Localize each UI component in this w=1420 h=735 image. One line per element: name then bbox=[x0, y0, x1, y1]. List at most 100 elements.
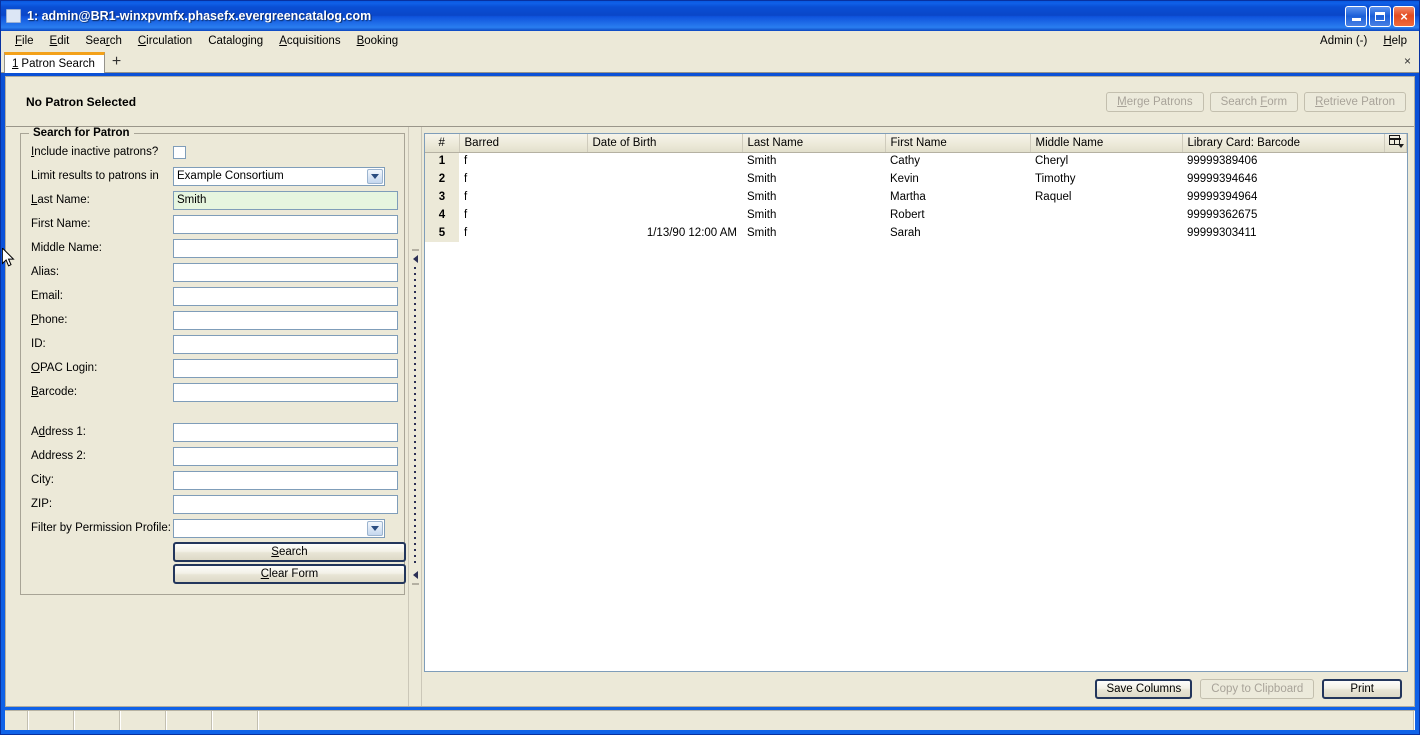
cell-last-name: Smith bbox=[742, 170, 885, 188]
menu-circulation[interactable]: Circulation bbox=[130, 33, 200, 49]
first-name-label: First Name: bbox=[31, 218, 91, 230]
copy-to-clipboard-button[interactable]: Copy to Clipboard bbox=[1200, 679, 1315, 699]
status-cell-1 bbox=[5, 711, 29, 730]
row-first-name: First Name: bbox=[31, 212, 398, 236]
save-columns-button[interactable]: Save Columns bbox=[1095, 679, 1193, 699]
email-input[interactable] bbox=[173, 286, 398, 306]
retrieve-patron-button[interactable]: Retrieve Patron bbox=[1304, 91, 1406, 112]
cell-spacer bbox=[1384, 206, 1407, 224]
cell-first-name: Kevin bbox=[885, 170, 1030, 188]
window-controls: × bbox=[1345, 5, 1417, 27]
menu-cataloging[interactable]: Cataloging bbox=[200, 33, 271, 49]
row-phone: Phone: bbox=[31, 308, 398, 332]
row-city: City: bbox=[31, 468, 398, 492]
address-2-input[interactable] bbox=[173, 446, 398, 466]
col-header-barcode[interactable]: Library Card: Barcode bbox=[1182, 134, 1385, 153]
results-table: # Barred Date of Birth Last Name First N… bbox=[425, 134, 1407, 242]
opac-login-input[interactable] bbox=[173, 358, 398, 378]
menu-help[interactable]: Help bbox=[1375, 33, 1415, 49]
col-header-barred[interactable]: Barred bbox=[459, 134, 588, 153]
permission-profile-select[interactable] bbox=[173, 518, 385, 538]
print-button[interactable]: Print bbox=[1322, 679, 1402, 699]
cell-spacer bbox=[1384, 170, 1407, 188]
table-row[interactable]: 1 f Smith Cathy Cheryl 99999389406 bbox=[425, 152, 1407, 170]
menu-file[interactable]: File bbox=[7, 33, 42, 49]
col-header-first-name[interactable]: First Name bbox=[885, 134, 1031, 153]
menu-acquisitions[interactable]: Acquisitions bbox=[271, 33, 348, 49]
cell-spacer bbox=[1384, 188, 1407, 206]
barcode-input[interactable] bbox=[173, 382, 398, 402]
col-header-middle-name[interactable]: Middle Name bbox=[1030, 134, 1183, 153]
close-button[interactable]: × bbox=[1393, 5, 1415, 27]
search-button[interactable]: Search bbox=[173, 542, 406, 562]
splitter-cap-top bbox=[411, 248, 419, 251]
phone-input[interactable] bbox=[173, 310, 398, 330]
minimize-button[interactable] bbox=[1345, 5, 1367, 27]
merge-patrons-button[interactable]: Merge Patrons bbox=[1106, 91, 1204, 112]
cell-barcode: 99999394964 bbox=[1182, 188, 1385, 206]
zip-input[interactable] bbox=[173, 494, 398, 514]
pane-splitter[interactable] bbox=[408, 127, 422, 706]
splitter-collapse-left-icon[interactable] bbox=[412, 254, 418, 263]
new-tab-button[interactable]: + bbox=[105, 51, 128, 72]
status-cell-3 bbox=[75, 711, 121, 730]
cell-middle-name: Cheryl bbox=[1030, 152, 1182, 170]
opac-login-label: OPAC Login: bbox=[31, 362, 98, 374]
middle-name-label: Middle Name: bbox=[31, 242, 102, 254]
column-picker-button[interactable] bbox=[1384, 134, 1407, 153]
col-header-last-name[interactable]: Last Name bbox=[742, 134, 886, 153]
id-input[interactable] bbox=[173, 334, 398, 354]
chevron-down-icon bbox=[367, 168, 383, 184]
close-tab-button[interactable]: × bbox=[1404, 54, 1411, 68]
alias-input[interactable] bbox=[173, 262, 398, 282]
menu-bar: File Edit Search Circulation Cataloging … bbox=[1, 31, 1419, 51]
menu-edit[interactable]: Edit bbox=[42, 33, 78, 49]
first-name-input[interactable] bbox=[173, 214, 398, 234]
cell-row-number: 5 bbox=[425, 224, 459, 242]
search-pane: Search for Patron Include inactive patro… bbox=[6, 127, 408, 706]
row-address-1: Address 1: bbox=[31, 420, 398, 444]
search-form-button[interactable]: Search Form bbox=[1209, 91, 1299, 112]
cell-barcode: 99999362675 bbox=[1182, 206, 1385, 224]
address-1-input[interactable] bbox=[173, 422, 398, 442]
search-fieldset-legend: Search for Patron bbox=[29, 127, 134, 139]
application-window: 1: admin@BR1-winxpvmfx.phasefx.evergreen… bbox=[0, 0, 1420, 735]
limit-results-label: Limit results to patrons in bbox=[31, 170, 159, 182]
tab-patron-search[interactable]: 1 Patron Search bbox=[4, 52, 105, 73]
app-icon bbox=[6, 9, 21, 23]
cell-dob: 1/13/90 12:00 AM bbox=[587, 224, 742, 242]
title-bar: 1: admin@BR1-winxpvmfx.phasefx.evergreen… bbox=[1, 1, 1419, 31]
menu-admin[interactable]: Admin (-) bbox=[1312, 33, 1375, 49]
status-bar bbox=[5, 710, 1415, 730]
cell-barred: f bbox=[459, 188, 587, 206]
menu-booking[interactable]: Booking bbox=[349, 33, 407, 49]
limit-results-value: Example Consortium bbox=[177, 170, 284, 182]
include-inactive-checkbox[interactable] bbox=[173, 145, 186, 159]
cell-barred: f bbox=[459, 206, 587, 224]
city-input[interactable] bbox=[173, 470, 398, 490]
tab-label: Patron Search bbox=[21, 58, 95, 70]
cell-spacer bbox=[1384, 224, 1407, 242]
last-name-input[interactable] bbox=[173, 190, 398, 210]
table-row[interactable]: 3 f Smith Martha Raquel 99999394964 bbox=[425, 188, 1407, 206]
table-row[interactable]: 5 f 1/13/90 12:00 AM Smith Sarah 9999930… bbox=[425, 224, 1407, 242]
splitter-collapse-right-icon[interactable] bbox=[412, 570, 418, 579]
clear-form-button[interactable]: Clear Form bbox=[173, 564, 406, 584]
limit-results-select[interactable]: Example Consortium bbox=[173, 166, 385, 186]
row-barcode: Barcode: bbox=[31, 380, 398, 404]
col-header-dob[interactable]: Date of Birth bbox=[587, 134, 743, 153]
status-cell-2 bbox=[29, 711, 75, 730]
maximize-button[interactable] bbox=[1369, 5, 1391, 27]
row-last-name: Last Name: bbox=[31, 188, 398, 212]
status-cell-7 bbox=[259, 711, 1415, 730]
cell-barcode: 99999303411 bbox=[1182, 224, 1385, 242]
results-footer: Save Columns Copy to Clipboard Print bbox=[424, 672, 1408, 706]
col-header-row-number[interactable]: # bbox=[425, 134, 460, 153]
split-body: Search for Patron Include inactive patro… bbox=[6, 127, 1414, 706]
menu-search[interactable]: Search bbox=[77, 33, 129, 49]
table-row[interactable]: 4 f Smith Robert 99999362675 bbox=[425, 206, 1407, 224]
cell-last-name: Smith bbox=[742, 224, 885, 242]
table-row[interactable]: 2 f Smith Kevin Timothy 99999394646 bbox=[425, 170, 1407, 188]
row-zip: ZIP: bbox=[31, 492, 398, 516]
middle-name-input[interactable] bbox=[173, 238, 398, 258]
